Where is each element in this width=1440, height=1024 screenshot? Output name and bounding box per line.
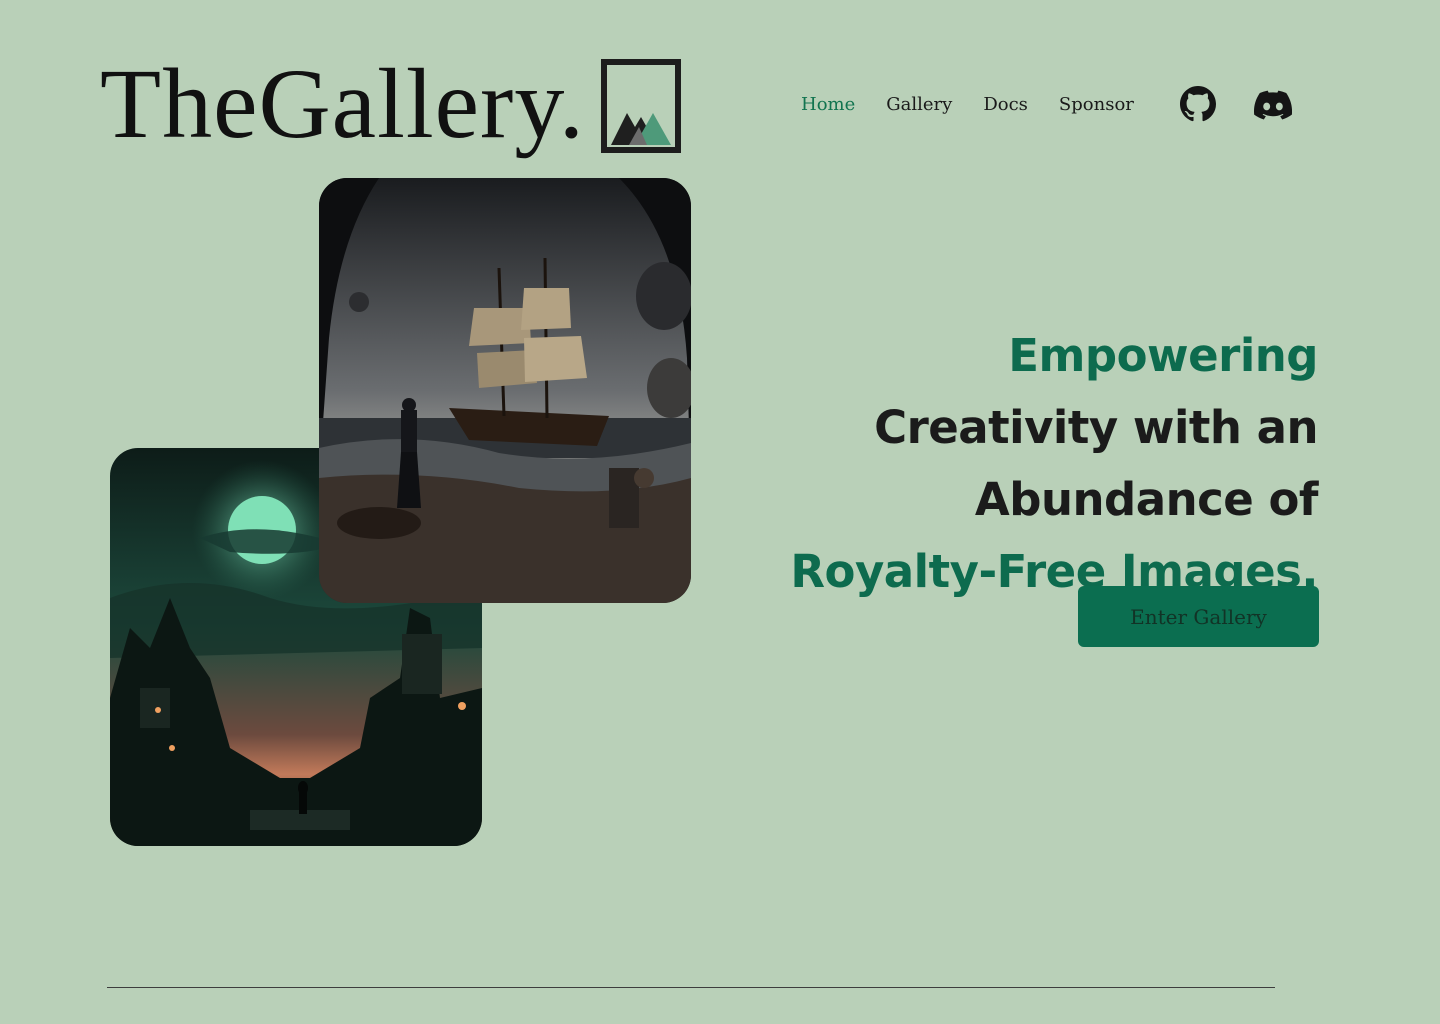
- enter-gallery-button[interactable]: Enter Gallery: [1078, 586, 1319, 647]
- hero-image-ship-storm[interactable]: [319, 178, 691, 603]
- headline-middle: Creativity with an Abundance of: [874, 401, 1318, 526]
- nav-item-sponsor[interactable]: Sponsor: [1059, 94, 1134, 115]
- hero-headline: Empowering Creativity with an Abundance …: [758, 320, 1318, 608]
- headline-accent-empowering: Empowering: [1008, 329, 1318, 382]
- nav-item-home[interactable]: Home: [801, 94, 855, 115]
- nav-item-gallery[interactable]: Gallery: [886, 94, 952, 115]
- footer-divider: [107, 987, 1275, 988]
- discord-icon[interactable]: [1254, 90, 1293, 124]
- framed-mountain-icon: [599, 58, 682, 157]
- brand-logo[interactable]: TheGallery.: [100, 48, 682, 159]
- main-nav: Home Gallery Docs Sponsor: [801, 94, 1165, 115]
- nav-item-docs[interactable]: Docs: [983, 94, 1028, 115]
- github-icon[interactable]: [1180, 86, 1216, 126]
- brand-name: TheGallery.: [100, 48, 585, 159]
